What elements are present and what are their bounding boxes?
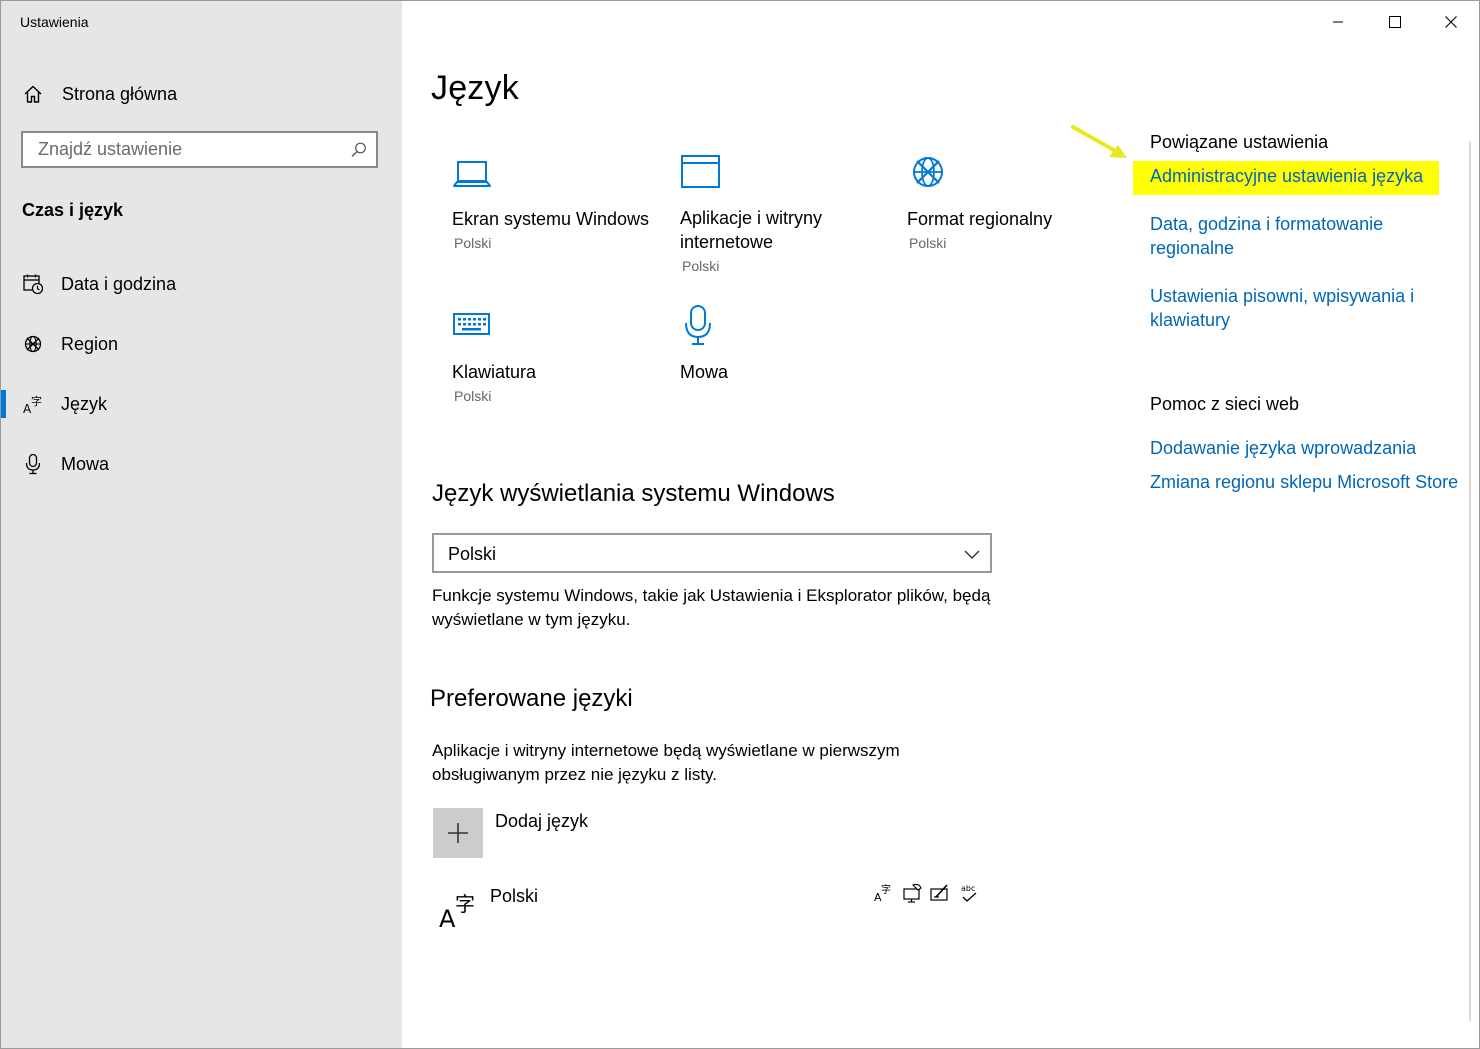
sidebar-item-language[interactable]: A字 Język bbox=[1, 384, 402, 424]
display-language-icon: A字 bbox=[873, 882, 895, 904]
tile-sub: Polski bbox=[909, 235, 947, 251]
search-input[interactable] bbox=[23, 133, 358, 166]
tile-speech[interactable]: Mowa bbox=[680, 304, 880, 394]
tile-label: Mowa bbox=[680, 362, 729, 382]
microphone-icon bbox=[680, 304, 724, 348]
web-help-heading: Pomoc z sieci web bbox=[1150, 394, 1300, 414]
tile-keyboard[interactable]: Klawiatura Polski bbox=[452, 304, 652, 409]
microphone-icon bbox=[21, 452, 45, 476]
sidebar-item-label: Data i godzina bbox=[61, 274, 177, 294]
close-button[interactable] bbox=[1422, 1, 1479, 43]
speech-icon bbox=[901, 882, 923, 904]
sidebar-item-label: Mowa bbox=[61, 454, 110, 474]
language-icon: A字 bbox=[21, 392, 45, 416]
keyboard-icon bbox=[452, 304, 496, 348]
home-label: Strona główna bbox=[62, 83, 178, 104]
sidebar-item-speech[interactable]: Mowa bbox=[1, 444, 402, 484]
chevron-down-icon bbox=[964, 547, 980, 565]
maximize-button[interactable] bbox=[1366, 1, 1423, 43]
sidebar-item-label: Region bbox=[61, 334, 119, 354]
sidebar-item-label: Język bbox=[61, 394, 108, 414]
preferred-languages-heading: Preferowane języki bbox=[430, 685, 633, 712]
settings-window: Ustawienia Strona główna Czas i język Da… bbox=[0, 0, 1480, 1049]
tile-sub: Polski bbox=[454, 388, 492, 404]
spelling-typing-keyboard-link[interactable]: Ustawienia pisowni, wpisywania i klawiat… bbox=[1150, 284, 1440, 332]
spelling-icon: abc bbox=[959, 882, 981, 904]
handwriting-icon bbox=[929, 882, 951, 904]
language-name: Polski bbox=[490, 886, 539, 906]
svg-text:字: 字 bbox=[881, 883, 891, 896]
language-list-item[interactable]: A字 Polski A字 abc bbox=[433, 881, 993, 941]
svg-text:字: 字 bbox=[455, 892, 475, 916]
sidebar-item-region[interactable]: Region bbox=[1, 324, 402, 364]
tile-sub: Polski bbox=[454, 235, 492, 251]
selection-indicator bbox=[1, 390, 6, 418]
search-icon[interactable] bbox=[350, 141, 368, 164]
home-icon bbox=[21, 82, 45, 106]
laptop-icon bbox=[452, 151, 496, 195]
minimize-icon bbox=[1332, 21, 1343, 23]
tile-sub: Polski bbox=[682, 258, 720, 274]
sidebar: Ustawienia Strona główna Czas i język Da… bbox=[1, 1, 402, 1048]
date-time-regional-link[interactable]: Data, godzina i formatowanie regionalne bbox=[1150, 212, 1440, 260]
svg-text:A: A bbox=[439, 905, 456, 931]
page-title: Język bbox=[431, 69, 519, 107]
admin-language-settings-link[interactable]: Administracyjne ustawienia języka bbox=[1133, 161, 1440, 195]
close-icon bbox=[1444, 16, 1457, 28]
related-settings-heading: Powiązane ustawienia bbox=[1150, 132, 1329, 152]
plus-icon bbox=[448, 823, 468, 843]
svg-text:字: 字 bbox=[31, 394, 42, 408]
home-link[interactable]: Strona główna bbox=[21, 81, 177, 107]
calendar-clock-icon bbox=[21, 272, 45, 296]
display-language-heading: Język wyświetlania systemu Windows bbox=[432, 480, 835, 507]
tile-windows-display[interactable]: Ekran systemu Windows Polski bbox=[452, 151, 652, 261]
section-title: Czas i język bbox=[22, 200, 124, 220]
change-store-region-link[interactable]: Zmiana regionu sklepu Microsoft Store bbox=[1150, 470, 1458, 494]
tile-label: Ekran systemu Windows bbox=[452, 209, 650, 229]
maximize-icon bbox=[1388, 16, 1401, 28]
language-icon: A字 bbox=[437, 887, 481, 936]
annotation-arrow-icon bbox=[1071, 125, 1127, 158]
display-language-select[interactable]: Polski bbox=[432, 533, 992, 573]
minimize-button[interactable] bbox=[1309, 1, 1366, 43]
tile-label: Klawiatura bbox=[452, 362, 537, 382]
scrollbar[interactable] bbox=[1469, 141, 1471, 1021]
add-language-label[interactable]: Dodaj język bbox=[495, 811, 588, 832]
svg-text:abc: abc bbox=[961, 884, 975, 893]
sidebar-item-date-time[interactable]: Data i godzina bbox=[1, 264, 402, 304]
window-icon bbox=[680, 151, 724, 195]
preferred-languages-description: Aplikacje i witryny internetowe będą wyś… bbox=[432, 741, 900, 784]
tile-label: Format regionalny bbox=[907, 209, 1053, 229]
add-language-button[interactable] bbox=[433, 808, 483, 858]
globe-icon bbox=[21, 332, 45, 356]
display-language-value: Polski bbox=[448, 544, 497, 564]
tile-label: Aplikacje i witryny internetowe bbox=[680, 208, 823, 252]
tile-regional-format[interactable]: Format regionalny Polski bbox=[907, 151, 1107, 261]
display-language-description: Funkcje systemu Windows, takie jak Ustaw… bbox=[432, 586, 991, 629]
tile-apps-websites[interactable]: Aplikacje i witryny internetowe Polski bbox=[680, 151, 880, 276]
search-box bbox=[21, 131, 378, 168]
add-input-language-link[interactable]: Dodawanie języka wprowadzania bbox=[1150, 436, 1416, 460]
globe-icon bbox=[907, 151, 951, 195]
app-title: Ustawienia bbox=[20, 14, 89, 30]
